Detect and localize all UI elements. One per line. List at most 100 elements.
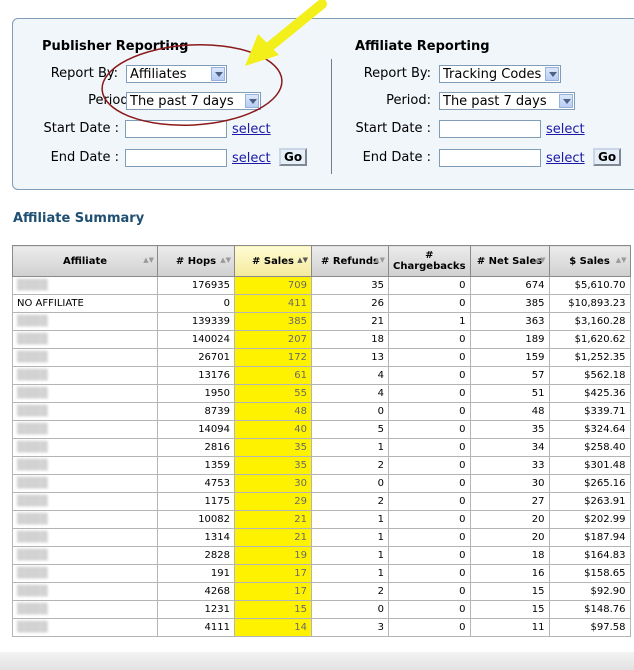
dollar-sales-cell: $164.83: [548, 546, 631, 565]
sort-icon: ▲▼: [220, 256, 231, 264]
table-row[interactable]: ▒▒▒▒ 2828 19 1 0 18 $164.83: [12, 546, 631, 565]
sales-cell: 15: [234, 600, 312, 619]
chargebacks-cell: 0: [388, 456, 471, 475]
net-sales-cell: 159: [469, 348, 550, 367]
redacted-affiliate: ▒▒▒▒: [17, 622, 48, 633]
dollar-sales-cell: $97.58: [548, 618, 631, 637]
refunds-cell: 3: [311, 618, 389, 637]
sales-cell: 14: [234, 618, 312, 637]
table-row[interactable]: ▒▒▒▒ 139339 385 21 1 363 $3,160.28: [12, 312, 631, 331]
chevron-down-icon[interactable]: [545, 67, 559, 81]
table-row[interactable]: ▒▒▒▒ 176935 709 35 0 674 $5,610.70: [12, 276, 631, 295]
table-row[interactable]: ▒▒▒▒ 1231 15 0 0 15 $148.76: [12, 600, 631, 619]
column-header-refunds[interactable]: # Refunds ▲▼: [311, 245, 389, 277]
table-row[interactable]: ▒▒▒▒ 1314 21 1 0 20 $187.94: [12, 528, 631, 547]
column-header-label: # Net Sales: [476, 255, 543, 267]
refunds-cell: 1: [311, 438, 389, 457]
hops-cell: 13176: [157, 366, 235, 385]
refunds-cell: 0: [311, 600, 389, 619]
affiliate-cell: ▒▒▒▒: [12, 312, 158, 331]
table-row[interactable]: NO AFFILIATE 0 411 26 0 385 $10,893.23: [12, 294, 631, 313]
affiliate-start-date-select-link[interactable]: select: [546, 122, 585, 137]
refunds-cell: 13: [311, 348, 389, 367]
column-header-affiliate[interactable]: Affiliate ▲▼: [12, 245, 158, 277]
redacted-affiliate: ▒▒▒▒: [17, 550, 48, 561]
table-row[interactable]: ▒▒▒▒ 13176 61 4 0 57 $562.18: [12, 366, 631, 385]
affiliate-start-date-input[interactable]: [439, 120, 541, 138]
affiliate-cell: ▒▒▒▒: [12, 420, 158, 439]
sales-cell: 40: [234, 420, 312, 439]
dollar-sales-cell: $263.91: [548, 492, 631, 511]
column-header-label: # Refunds: [320, 255, 380, 267]
redacted-affiliate: ▒▒▒▒: [17, 460, 48, 471]
redacted-affiliate: ▒▒▒▒: [17, 316, 48, 327]
dollar-sales-cell: $265.16: [548, 474, 631, 493]
chargebacks-cell: 0: [388, 582, 471, 601]
column-header-dollar-sales[interactable]: $ Sales ▲▼: [548, 245, 631, 277]
publisher-go-button[interactable]: Go: [279, 148, 308, 166]
net-sales-cell: 34: [469, 438, 550, 457]
dollar-sales-cell: $10,893.23: [548, 294, 631, 313]
column-header-hops[interactable]: # Hops ▲▼: [157, 245, 235, 277]
column-header-chargebacks[interactable]: # Chargebacks: [388, 245, 471, 277]
table-row[interactable]: ▒▒▒▒ 4268 17 2 0 15 $92.90: [12, 582, 631, 601]
net-sales-cell: 18: [469, 546, 550, 565]
sales-cell: 17: [234, 564, 312, 583]
affiliate-end-date-select-link[interactable]: select: [546, 151, 585, 166]
affiliate-cell: ▒▒▒▒: [12, 564, 158, 583]
affiliate-go-button[interactable]: Go: [593, 148, 622, 166]
publisher-period-select[interactable]: The past 7 days: [126, 92, 261, 110]
sales-cell: 35: [234, 456, 312, 475]
chargebacks-cell: 0: [388, 564, 471, 583]
chargebacks-cell: 0: [388, 402, 471, 421]
affiliate-cell: ▒▒▒▒: [12, 402, 158, 421]
table-row[interactable]: ▒▒▒▒ 140024 207 18 0 189 $1,620.62: [12, 330, 631, 349]
publisher-end-date-input[interactable]: [125, 149, 227, 167]
table-row[interactable]: ▒▒▒▒ 10082 21 1 0 20 $202.99: [12, 510, 631, 529]
dollar-sales-cell: $1,620.62: [548, 330, 631, 349]
refunds-cell: 2: [311, 492, 389, 511]
redacted-affiliate: ▒▒▒▒: [17, 478, 48, 489]
hops-cell: 176935: [157, 276, 235, 295]
table-row[interactable]: ▒▒▒▒ 8739 48 0 0 48 $339.71: [12, 402, 631, 421]
refunds-cell: 0: [311, 402, 389, 421]
redacted-affiliate: ▒▒▒▒: [17, 442, 48, 453]
publisher-period-value: The past 7 days: [130, 94, 234, 109]
table-row[interactable]: ▒▒▒▒ 1950 55 4 0 51 $425.36: [12, 384, 631, 403]
table-row[interactable]: ▒▒▒▒ 1359 35 2 0 33 $301.48: [12, 456, 631, 475]
table-row[interactable]: ▒▒▒▒ 14094 40 5 0 35 $324.64: [12, 420, 631, 439]
refunds-cell: 1: [311, 510, 389, 529]
redacted-affiliate: ▒▒▒▒: [17, 280, 48, 291]
affiliate-cell: ▒▒▒▒: [12, 474, 158, 493]
hops-cell: 1359: [157, 456, 235, 475]
chargebacks-cell: 0: [388, 510, 471, 529]
table-row[interactable]: ▒▒▒▒ 191 17 1 0 16 $158.65: [12, 564, 631, 583]
column-header-label: # Chargebacks: [393, 250, 466, 272]
publisher-end-date-label: End Date :: [50, 150, 119, 165]
affiliate-report-by-select[interactable]: Tracking Codes: [439, 65, 561, 83]
publisher-end-date-select-link[interactable]: select: [232, 151, 271, 166]
dollar-sales-cell: $425.36: [548, 384, 631, 403]
publisher-report-by-select[interactable]: Affiliates: [126, 65, 227, 83]
affiliate-period-select[interactable]: The past 7 days: [439, 92, 575, 110]
publisher-start-date-input[interactable]: [125, 120, 227, 138]
hops-cell: 4111: [157, 618, 235, 637]
chevron-down-icon[interactable]: [245, 94, 259, 108]
chargebacks-cell: 0: [388, 384, 471, 403]
affiliate-end-date-input[interactable]: [439, 149, 541, 167]
publisher-start-date-select-link[interactable]: select: [232, 122, 271, 137]
table-row[interactable]: ▒▒▒▒ 1175 29 2 0 27 $263.91: [12, 492, 631, 511]
chargebacks-cell: 0: [388, 528, 471, 547]
chevron-down-icon[interactable]: [211, 67, 225, 81]
table-row[interactable]: ▒▒▒▒ 4753 30 0 0 30 $265.16: [12, 474, 631, 493]
table-row[interactable]: ▒▒▒▒ 4111 14 3 0 11 $97.58: [12, 618, 631, 637]
column-header-sales[interactable]: # Sales ▲▼: [234, 245, 312, 277]
table-row[interactable]: ▒▒▒▒ 2816 35 1 0 34 $258.40: [12, 438, 631, 457]
refunds-cell: 0: [311, 474, 389, 493]
chargebacks-cell: 0: [388, 492, 471, 511]
column-header-net-sales[interactable]: # Net Sales ▲▼: [469, 245, 550, 277]
table-row[interactable]: ▒▒▒▒ 26701 172 13 0 159 $1,252.35: [12, 348, 631, 367]
dollar-sales-cell: $158.65: [548, 564, 631, 583]
net-sales-cell: 385: [469, 294, 550, 313]
chevron-down-icon[interactable]: [559, 94, 573, 108]
